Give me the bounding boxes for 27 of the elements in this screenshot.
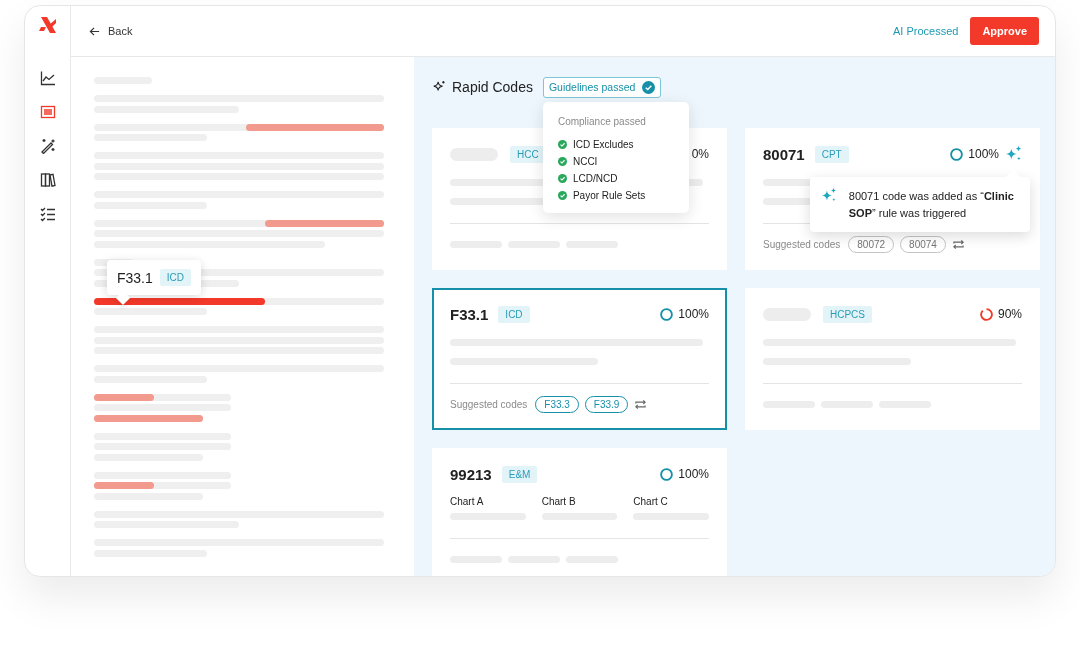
code-type-tag: E&M bbox=[501, 465, 538, 483]
code-type-tag: ICD bbox=[159, 269, 192, 286]
code-type-tag: HCC bbox=[510, 145, 546, 163]
confidence-value: 100% bbox=[968, 147, 999, 161]
popover-heading: Compliance passed bbox=[557, 115, 647, 127]
suggested-codes-label: Suggested codes bbox=[450, 399, 528, 410]
confidence-value: 90% bbox=[997, 307, 1022, 321]
suggested-codes-label: Suggested codes bbox=[763, 239, 841, 250]
code-type-tag: HCPCS bbox=[823, 305, 872, 323]
code-label: F33.1 bbox=[117, 269, 153, 286]
confidence-value: 0% bbox=[691, 147, 709, 161]
compliance-item: ICD Excludes bbox=[572, 138, 634, 150]
compliance-item: LCD/NCD bbox=[572, 172, 618, 184]
confidence-value: 100% bbox=[678, 467, 709, 481]
compliance-item: NCCI bbox=[572, 155, 598, 167]
confidence-value: 100% bbox=[678, 307, 709, 321]
panel-title: Rapid Codes bbox=[452, 79, 533, 95]
chart-label: Chart C bbox=[633, 496, 669, 507]
code-type-tag: ICD bbox=[498, 305, 530, 323]
compliance-item: Payor Rule Sets bbox=[572, 189, 646, 201]
chart-label: Chart B bbox=[541, 496, 577, 507]
chart-label: Chart A bbox=[450, 496, 485, 507]
rule-message: 80071 code was added as “Clinic SOP” rule was triggered bbox=[848, 189, 1015, 221]
code-type-tag: CPT bbox=[814, 145, 849, 163]
code-label: 80071 bbox=[763, 145, 805, 163]
code-label: 99213 bbox=[450, 465, 492, 483]
code-label: F33.1 bbox=[450, 305, 489, 323]
